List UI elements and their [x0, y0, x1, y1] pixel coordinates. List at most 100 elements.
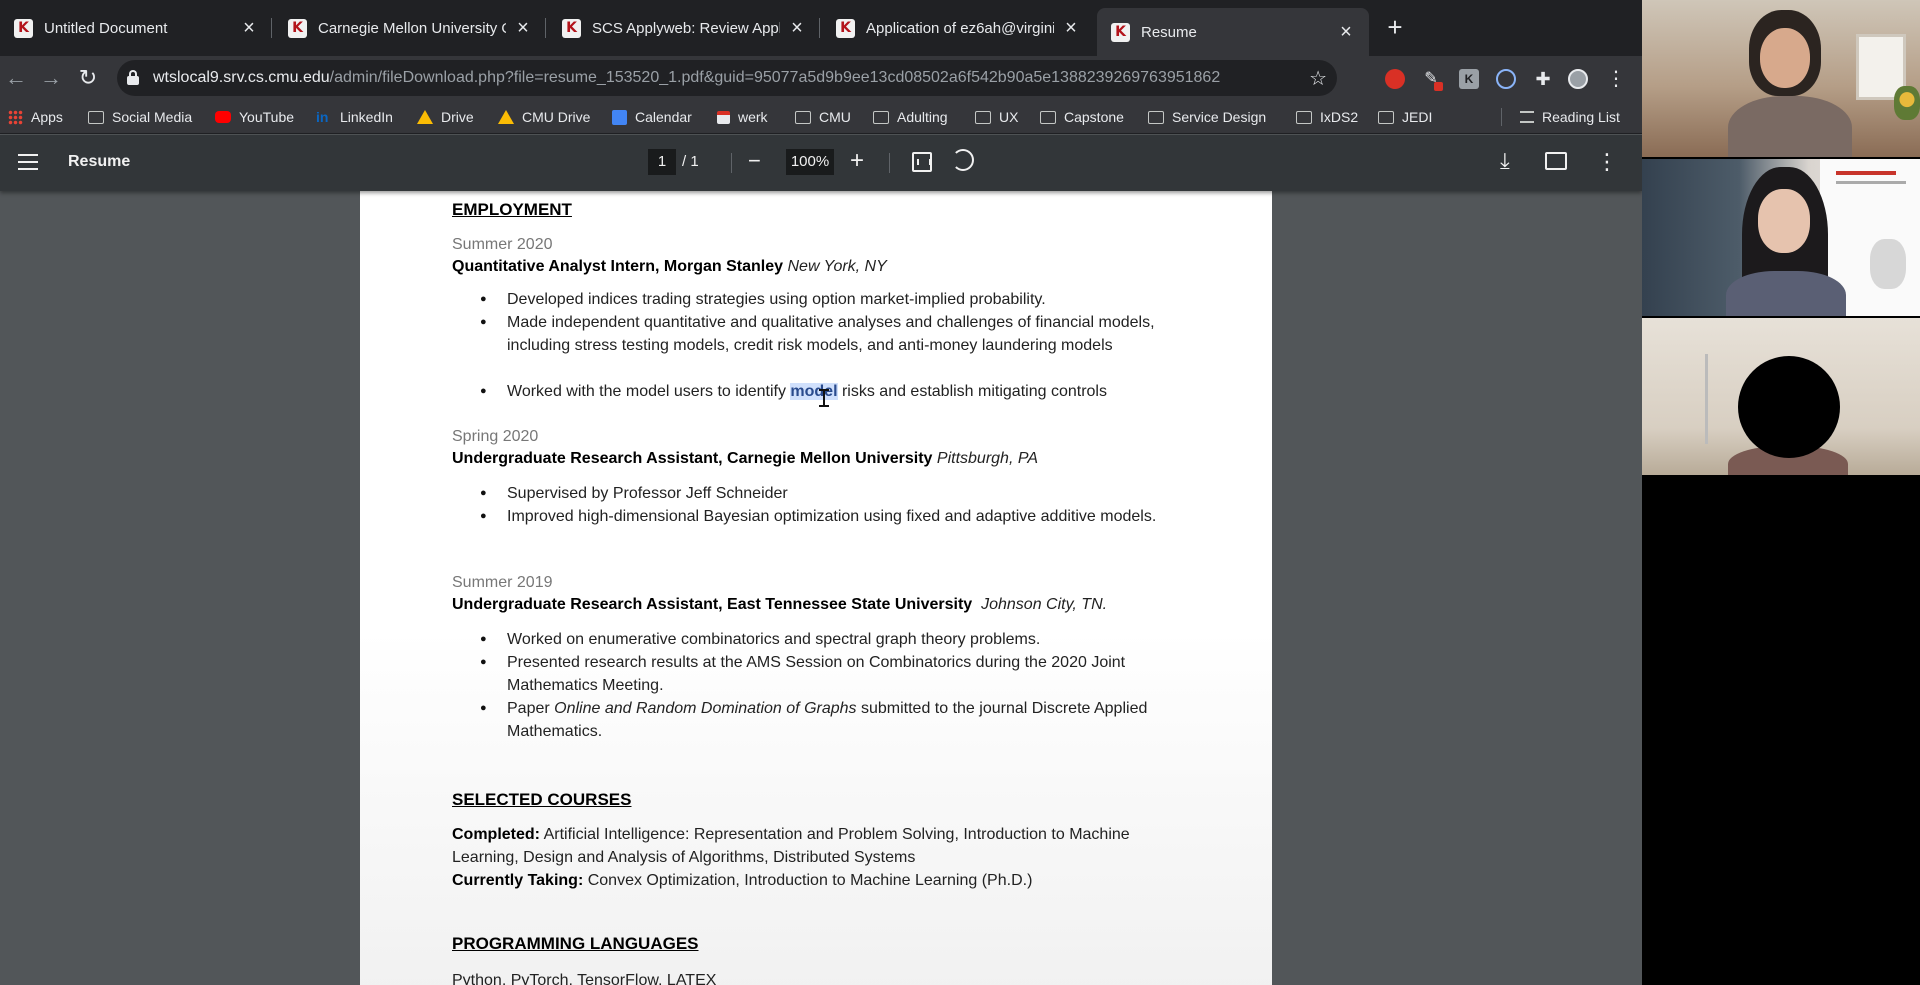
participant-video-1[interactable] [1642, 0, 1920, 157]
linkedin-icon: in [316, 108, 329, 125]
bookmark-ixds2[interactable]: IxDS2 [1296, 106, 1358, 128]
tab-title: Untitled Document [44, 19, 168, 37]
tab-title: Resume [1141, 23, 1197, 41]
tab-title: Application of ez6ah@virginia.edu [866, 19, 1054, 37]
job-bullet: Worked with the model users to identify … [480, 380, 1187, 403]
fit-to-page-icon[interactable] [912, 152, 932, 172]
close-icon[interactable]: × [1337, 22, 1355, 42]
extension-k-icon[interactable]: K [1459, 69, 1479, 89]
participant-body [1728, 96, 1852, 157]
download-icon[interactable]: ⤓ [1500, 148, 1510, 174]
extension-pencil-icon[interactable]: ✎ [1421, 69, 1443, 91]
pdf-title: Resume [68, 153, 131, 170]
bookmark-cmu[interactable]: CMU [795, 106, 851, 128]
tab-untitled-document[interactable]: K Untitled Document × [0, 10, 272, 46]
participant-body [1726, 271, 1846, 316]
bookmark-social-media[interactable]: Social Media [88, 106, 192, 128]
job-date: Summer 2019 [452, 574, 553, 591]
job-date: Summer 2020 [452, 236, 553, 253]
more-options-icon[interactable]: ⋮ [1596, 149, 1618, 175]
cmu-favicon-icon: K [1111, 22, 1130, 42]
folder-icon [795, 110, 811, 124]
participant-face [1760, 28, 1810, 88]
reading-list-button[interactable]: Reading List [1520, 106, 1620, 128]
forward-arrow-icon[interactable]: → [37, 64, 65, 92]
extensions-puzzle-icon[interactable]: ✚ [1533, 69, 1553, 89]
text-cursor-icon [819, 389, 829, 407]
close-icon[interactable]: × [788, 18, 806, 38]
reload-icon[interactable]: ↻ [74, 64, 102, 92]
bookmark-werk[interactable]: werk [717, 106, 768, 128]
zoom-in-icon[interactable]: + [850, 147, 864, 175]
print-icon[interactable] [1545, 152, 1567, 170]
employment-heading: EMPLOYMENT [452, 200, 572, 219]
profile-avatar[interactable] [1568, 69, 1588, 89]
bookmark-drive[interactable]: Drive [417, 106, 474, 128]
page-number-input[interactable]: 1 [648, 149, 676, 175]
browser-window: K Untitled Document × K Carnegie Mellon … [0, 0, 1642, 985]
bookmarks-bar: Apps Social Media YouTube in LinkedIn Dri… [0, 100, 1642, 134]
tab-cmu-online[interactable]: K Carnegie Mellon University Online × [274, 10, 546, 46]
bookmark-linkedin[interactable]: in LinkedIn [316, 106, 393, 128]
courses-heading: SELECTED COURSES [452, 790, 632, 809]
cmu-favicon-icon: K [14, 18, 33, 38]
bookmark-adulting[interactable]: Adulting [873, 106, 948, 128]
room-background [1648, 354, 1708, 444]
folder-icon [1040, 110, 1056, 124]
bookmark-jedi[interactable]: JEDI [1378, 106, 1432, 128]
job-bullet: Presented research results at the AMS Se… [480, 651, 1187, 697]
zoom-out-icon[interactable]: − [748, 148, 761, 174]
flower-background [1894, 86, 1920, 120]
reading-list-icon [1520, 111, 1534, 123]
bookmark-youtube[interactable]: YouTube [215, 106, 294, 128]
completed-courses: Completed: Artificial Intelligence: Repr… [452, 826, 1130, 866]
job-bullet-paper: Paper Online and Random Domination of Gr… [480, 697, 1187, 743]
bookmark-service-design[interactable]: Service Design [1148, 106, 1266, 128]
tab-scs-applyweb[interactable]: K SCS Applyweb: Review Applications × [548, 10, 820, 46]
selected-word: model [790, 383, 838, 400]
video-call-panel [1642, 0, 1920, 985]
bookmark-apps[interactable]: Apps [8, 106, 63, 128]
tab-application[interactable]: K Application of ez6ah@virginia.edu × [822, 10, 1094, 46]
bookmark-cmu-drive[interactable]: CMU Drive [498, 106, 590, 128]
folder-icon [1378, 110, 1394, 124]
tab-resume[interactable]: K Resume × [1097, 8, 1369, 56]
toolbar-divider [889, 153, 890, 173]
bookmark-capstone[interactable]: Capstone [1040, 106, 1124, 128]
languages-heading: PROGRAMMING LANGUAGES [452, 934, 699, 953]
job-bullet: Improved high-dimensional Bayesian optim… [480, 505, 1187, 528]
apps-icon [8, 109, 23, 125]
close-icon[interactable]: × [1062, 18, 1080, 38]
new-tab-button[interactable]: + [1381, 14, 1409, 42]
pdf-toolbar: Resume 1 / 1 − 100% + ⤓ ⋮ [0, 135, 1642, 191]
url-text[interactable]: wtslocal9.srv.cs.cmu.edu/admin/fileDownl… [153, 69, 1220, 87]
tab-separator [271, 18, 272, 38]
toolbar-divider [731, 153, 732, 173]
rotate-icon[interactable] [952, 149, 974, 171]
extension-loop-icon[interactable] [1496, 69, 1516, 89]
drive-icon [498, 110, 514, 124]
cmu-favicon-icon: K [562, 18, 581, 38]
close-icon[interactable]: × [514, 18, 532, 38]
participant-video-3[interactable] [1642, 318, 1920, 475]
close-icon[interactable]: × [240, 18, 258, 38]
job-date: Spring 2020 [452, 428, 539, 445]
tab-title: Carnegie Mellon University Online [318, 19, 506, 37]
zoom-level-input[interactable]: 100% [786, 149, 834, 175]
bookmark-calendar[interactable]: Calendar [612, 106, 692, 128]
bookmarks-separator [1501, 108, 1502, 126]
extension-red-icon[interactable] [1385, 69, 1405, 89]
bookmark-star-icon[interactable]: ☆ [1309, 66, 1327, 91]
browser-menu-icon[interactable]: ⋮ [1606, 69, 1626, 89]
hamburger-menu-icon[interactable] [18, 154, 38, 170]
back-arrow-icon[interactable]: ← [2, 64, 30, 92]
participant-video-2[interactable] [1642, 159, 1920, 316]
job-bullet: Made independent quantitative and qualit… [480, 311, 1187, 357]
address-bar[interactable]: wtslocal9.srv.cs.cmu.edu/admin/fileDownl… [117, 60, 1337, 96]
bookmark-ux[interactable]: UX [975, 106, 1018, 128]
folder-icon [88, 110, 104, 124]
tab-strip: K Untitled Document × K Carnegie Mellon … [0, 0, 1642, 56]
calendar-icon [612, 109, 627, 125]
job-bullet: Supervised by Professor Jeff Schneider [480, 482, 1187, 505]
folder-icon [1148, 110, 1164, 124]
